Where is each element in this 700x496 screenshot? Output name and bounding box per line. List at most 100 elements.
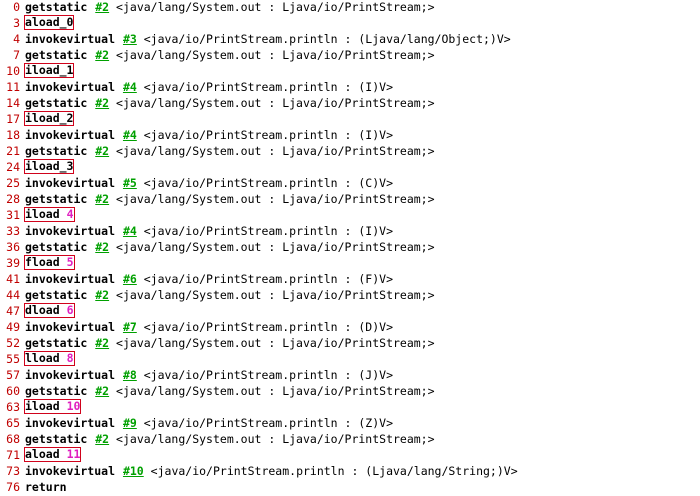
constant-pool-ref-link[interactable]: #2 (95, 144, 109, 158)
opcode: getstatic (25, 96, 88, 110)
constant-pool-ref-link[interactable]: #4 (123, 224, 137, 238)
line-offset: 63 (6, 400, 20, 414)
constant-pool-ref-link[interactable]: #2 (95, 48, 109, 62)
line-offset: 18 (6, 128, 20, 142)
constant-pool-ref-link[interactable]: #2 (95, 0, 109, 14)
constant-pool-ref-link[interactable]: #2 (95, 192, 109, 206)
constant-pool-ref-link[interactable]: #10 (123, 464, 144, 478)
constant-pool-ref-link[interactable]: #5 (123, 176, 137, 190)
opcode: iload (25, 207, 60, 221)
line-offset: 73 (6, 464, 20, 478)
bytecode-line: 28 getstatic #2 <java/lang/System.out : L… (0, 191, 700, 207)
instruction: getstatic (24, 191, 88, 207)
member-descriptor: <java/io/PrintStream.println : (C)V> (143, 176, 393, 190)
bytecode-line: 31 iload 4 (0, 207, 700, 223)
line-offset: 7 (13, 48, 20, 62)
highlighted-load-instruction: iload 4 (24, 207, 75, 222)
line-offset: 24 (6, 160, 20, 174)
opcode: lload (25, 351, 60, 365)
instruction: invokevirtual (24, 127, 116, 143)
opcode: invokevirtual (25, 32, 116, 46)
line-offset: 31 (6, 208, 20, 222)
line-offset: 71 (6, 448, 20, 462)
opcode: getstatic (25, 288, 88, 302)
opcode: getstatic (25, 144, 88, 158)
bytecode-line: 49 invokevirtual #7 <java/io/PrintStream.… (0, 319, 700, 335)
opcode: iload_1 (25, 63, 74, 77)
constant-pool-ref-link[interactable]: #2 (95, 240, 109, 254)
bytecode-line: 57 invokevirtual #8 <java/io/PrintStream.… (0, 367, 700, 383)
constant-pool-ref-link[interactable]: #6 (123, 272, 137, 286)
opcode: iload (25, 399, 60, 413)
constant-pool-ref-link[interactable]: #8 (123, 368, 137, 382)
instruction: getstatic (24, 47, 88, 63)
opcode: getstatic (25, 384, 88, 398)
instruction: getstatic (24, 335, 88, 351)
bytecode-line: 7 getstatic #2 <java/lang/System.out : Lj… (0, 47, 700, 63)
line-offset: 4 (13, 32, 20, 46)
opcode: invokevirtual (25, 416, 116, 430)
member-descriptor: <java/io/PrintStream.println : (D)V> (143, 320, 393, 334)
constant-pool-ref-link[interactable]: #2 (95, 384, 109, 398)
bytecode-line: 39 fload 5 (0, 255, 700, 271)
member-descriptor: <java/io/PrintStream.println : (F)V> (143, 272, 393, 286)
highlighted-load-instruction: aload 11 (24, 447, 82, 462)
member-descriptor: <java/io/PrintStream.println : (Ljava/la… (150, 464, 518, 478)
highlighted-load-instruction: aload_0 (24, 15, 75, 30)
opcode: invokevirtual (25, 368, 116, 382)
local-variable-index: 5 (66, 255, 74, 269)
line-offset: 47 (6, 304, 20, 318)
line-offset: 52 (6, 336, 20, 350)
opcode: aload (25, 447, 60, 461)
bytecode-line: 4 invokevirtual #3 <java/io/PrintStream.p… (0, 31, 700, 47)
instruction: invokevirtual (24, 319, 116, 335)
bytecode-line: 0 getstatic #2 <java/lang/System.out : Lj… (0, 0, 700, 15)
instruction: invokevirtual (24, 175, 116, 191)
bytecode-line: 17 iload_2 (0, 111, 700, 127)
constant-pool-ref-link[interactable]: #3 (123, 32, 137, 46)
opcode: getstatic (25, 192, 88, 206)
opcode: getstatic (25, 240, 88, 254)
bytecode-line: 73 invokevirtual #10 <java/io/PrintStream… (0, 463, 700, 479)
highlighted-load-instruction: dload 6 (24, 303, 75, 318)
constant-pool-ref-link[interactable]: #2 (95, 336, 109, 350)
constant-pool-ref-link[interactable]: #2 (95, 288, 109, 302)
line-offset: 44 (6, 288, 20, 302)
bytecode-line: 68 getstatic #2 <java/lang/System.out : L… (0, 431, 700, 447)
highlighted-load-instruction: iload_2 (24, 111, 75, 126)
constant-pool-ref-link[interactable]: #4 (123, 80, 137, 94)
bytecode-line: 47 dload 6 (0, 303, 700, 319)
opcode: aload_0 (25, 15, 74, 29)
member-descriptor: <java/lang/System.out : Ljava/io/PrintSt… (116, 288, 435, 302)
instruction: return (24, 479, 68, 495)
local-variable-index: 8 (66, 351, 74, 365)
instruction: invokevirtual (24, 31, 116, 47)
bytecode-line: 25 invokevirtual #5 <java/io/PrintStream.… (0, 175, 700, 191)
instruction: invokevirtual (24, 271, 116, 287)
opcode: iload_3 (25, 159, 74, 173)
line-offset: 25 (6, 176, 20, 190)
instruction: getstatic (24, 431, 88, 447)
bytecode-line: 33 invokevirtual #4 <java/io/PrintStream.… (0, 223, 700, 239)
opcode: invokevirtual (25, 464, 116, 478)
opcode: getstatic (25, 0, 88, 14)
constant-pool-ref-link[interactable]: #7 (123, 320, 137, 334)
opcode: invokevirtual (25, 176, 116, 190)
instruction: invokevirtual (24, 223, 116, 239)
opcode: invokevirtual (25, 272, 116, 286)
bytecode-line: 63 iload 10 (0, 399, 700, 415)
constant-pool-ref-link[interactable]: #4 (123, 128, 137, 142)
bytecode-line: 10 iload_1 (0, 63, 700, 79)
member-descriptor: <java/lang/System.out : Ljava/io/PrintSt… (116, 336, 435, 350)
constant-pool-ref-link[interactable]: #9 (123, 416, 137, 430)
member-descriptor: <java/lang/System.out : Ljava/io/PrintSt… (116, 192, 435, 206)
member-descriptor: <java/lang/System.out : Ljava/io/PrintSt… (116, 384, 435, 398)
constant-pool-ref-link[interactable]: #2 (95, 96, 109, 110)
opcode: invokevirtual (25, 128, 116, 142)
opcode: fload (25, 255, 60, 269)
constant-pool-ref-link[interactable]: #2 (95, 432, 109, 446)
line-offset: 41 (6, 272, 20, 286)
instruction: getstatic (24, 383, 88, 399)
bytecode-line: 76 return (0, 479, 700, 495)
line-offset: 17 (6, 112, 20, 126)
